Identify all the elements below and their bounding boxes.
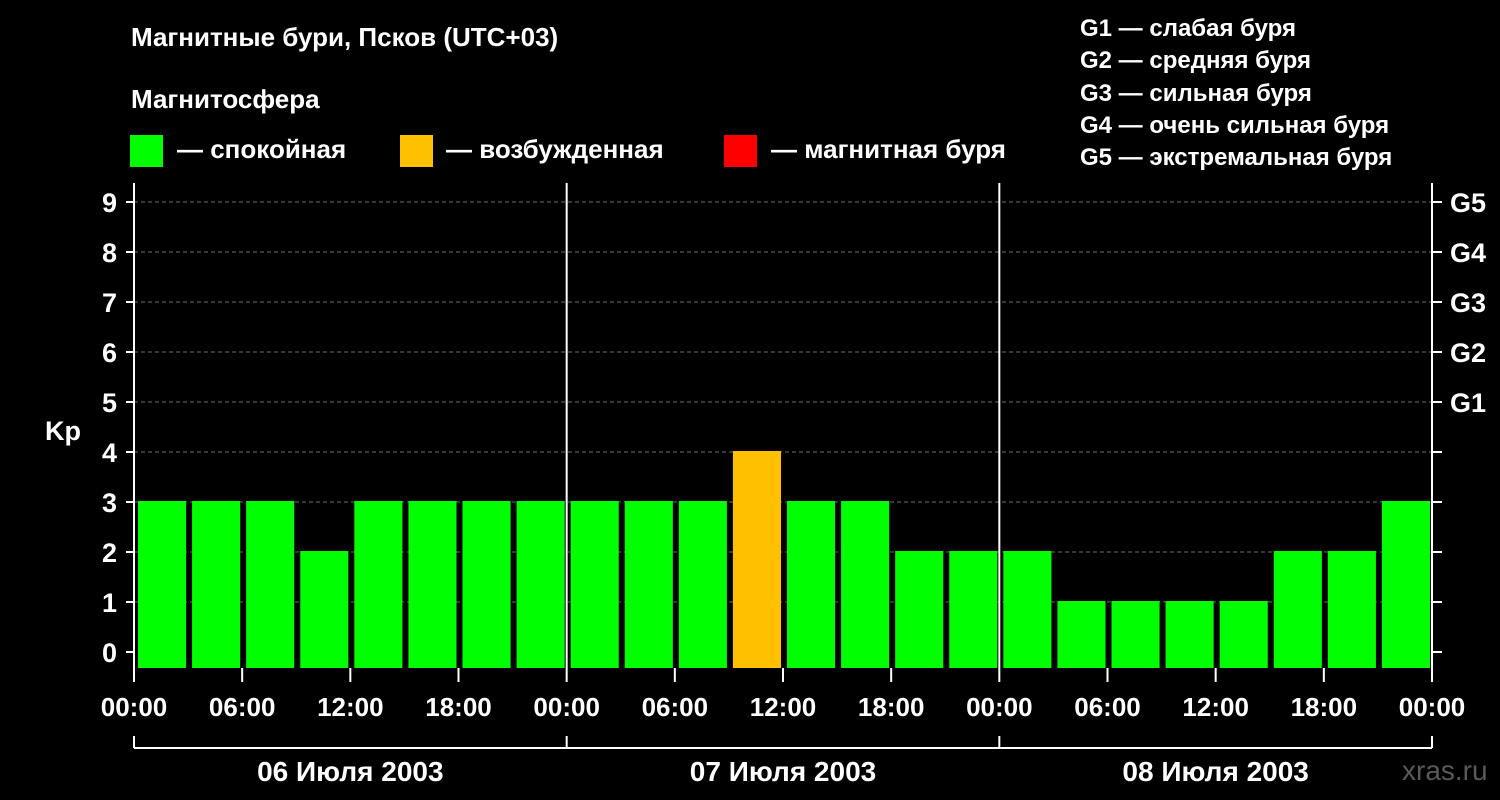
y-tick-label: 2 [102,538,117,568]
day-label: 08 Июля 2003 [1122,756,1308,787]
kp-bar [1219,601,1268,668]
kp-bar [624,501,673,668]
y-tick-label: 6 [102,338,117,368]
kp-bar [408,501,457,668]
y-tick-label: 9 [102,188,117,218]
kp-bar [678,501,727,668]
g-level-label: G2 [1450,338,1486,368]
kp-bar [1057,601,1106,668]
g-level-label: G3 [1450,288,1486,318]
kp-bar [841,501,890,668]
kp-bar [570,501,619,668]
kp-chart: 0 1 2 3 4 5 6 7 8 9 G1 G2 G3 G4 G5 Kp 00:00 06:00 12:00 18:… [45,183,1486,787]
day-label: 07 Июля 2003 [690,756,876,787]
kp-bar [462,501,511,668]
kp-bar [138,501,187,668]
x-tick-label: 12:00 [1182,692,1249,722]
g-level-label: G4 [1450,238,1486,268]
kp-bar [949,551,998,668]
kp-bar [1111,601,1160,668]
kp-bar [1381,501,1430,668]
kp-bar [246,501,295,668]
y-tick-label: 8 [102,238,117,268]
y-tick-label: 0 [102,638,117,668]
day-label: 06 Июля 2003 [257,756,443,787]
y-axis-label: Kp [45,416,81,446]
y-tick-label: 1 [102,588,117,618]
watermark: xras.ru [1402,755,1488,786]
kp-bar [895,551,944,668]
kp-bar [787,501,836,668]
g-level-label: G1 [1450,388,1486,418]
x-tick-label: 00:00 [966,692,1033,722]
x-tick-label: 06:00 [209,692,276,722]
kp-bar [732,451,781,668]
x-tick-label: 12:00 [317,692,384,722]
x-tick-label: 18:00 [425,692,492,722]
x-tick-label: 12:00 [750,692,817,722]
x-tick-label: 00:00 [1399,692,1466,722]
kp-bar [300,551,349,668]
x-tick-label: 06:00 [1074,692,1141,722]
kp-bar [1273,551,1322,668]
y-tick-label: 5 [102,388,117,418]
y-tick-label: 4 [102,438,117,468]
x-tick-label: 00:00 [533,692,600,722]
x-tick-label: 06:00 [642,692,709,722]
y-tick-label: 3 [102,488,117,518]
x-tick-label: 00:00 [101,692,168,722]
kp-bar [1003,551,1052,668]
x-tick-label: 18:00 [858,692,925,722]
kp-bar [516,501,565,668]
kp-bar [1327,551,1376,668]
kp-bar [192,501,241,668]
x-tick-label: 18:00 [1291,692,1358,722]
y-tick-label: 7 [102,288,117,318]
kp-bar [354,501,403,668]
g-level-label: G5 [1450,188,1486,218]
kp-bar [1165,601,1214,668]
